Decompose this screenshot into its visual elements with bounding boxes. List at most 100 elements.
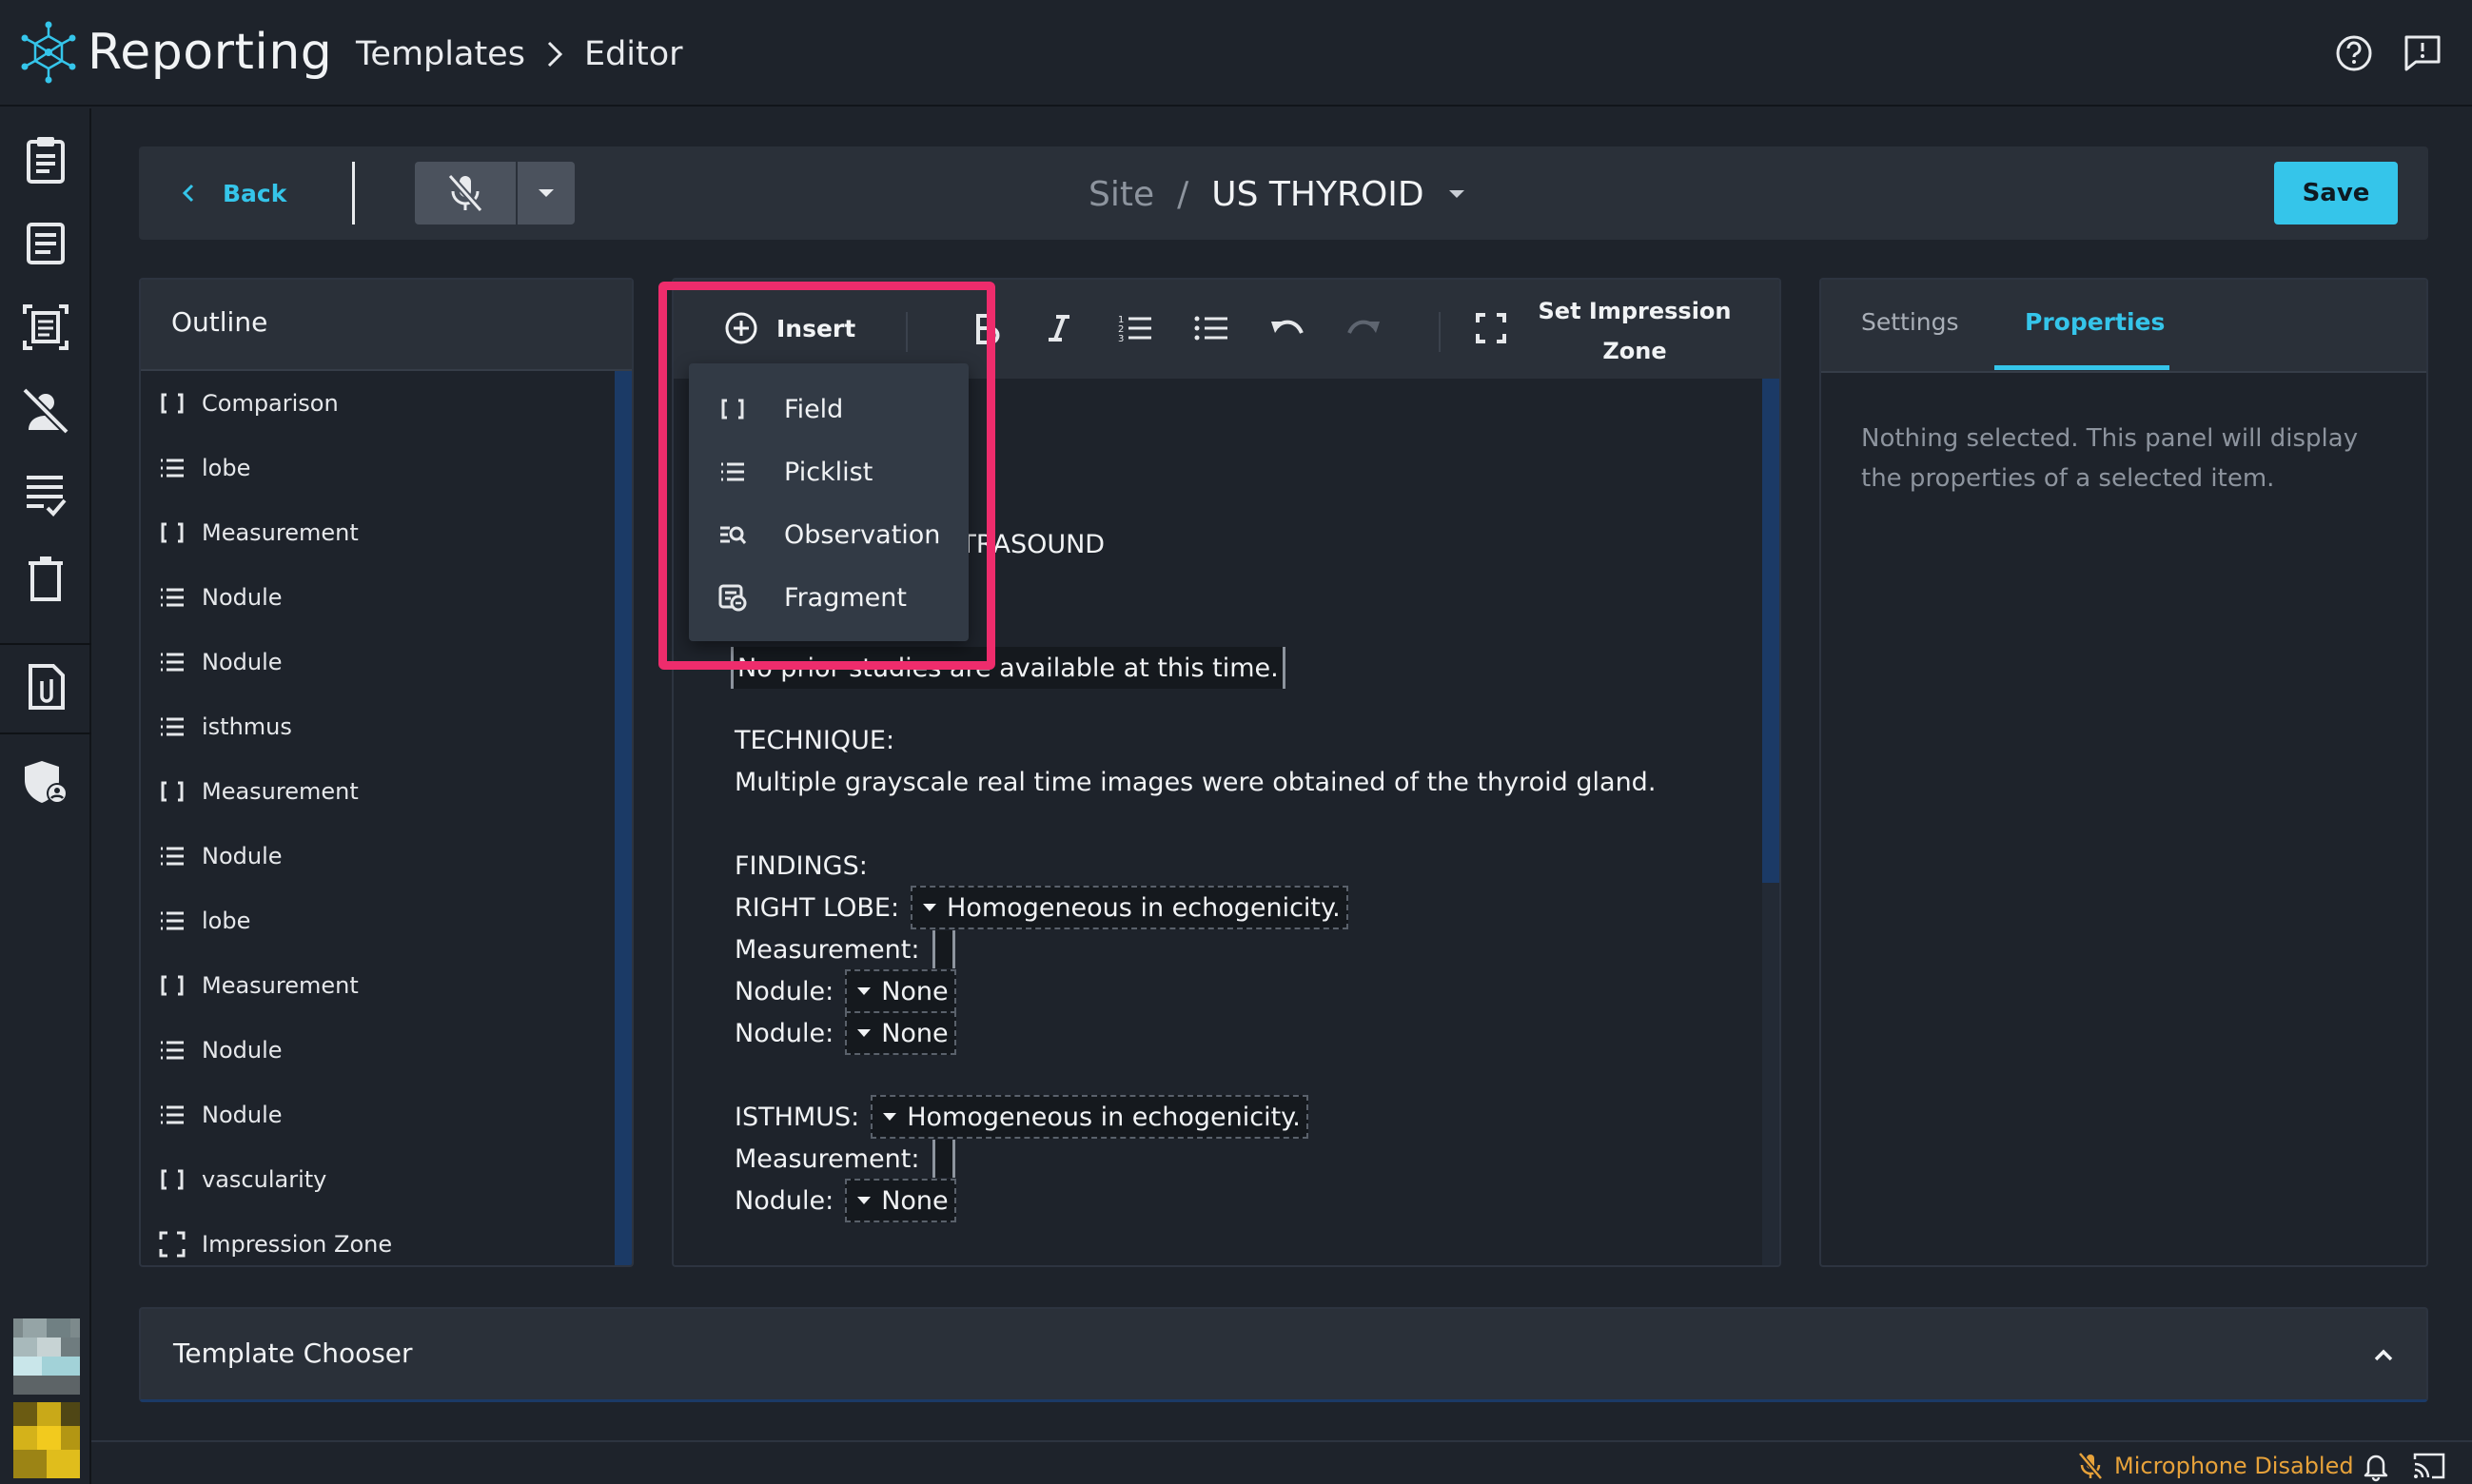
outline-item-label: vascularity [202,1166,327,1193]
svg-text:3: 3 [1118,334,1124,344]
outline-item[interactable]: Measurement [158,763,359,820]
field-bracket-icon [158,518,186,547]
outline-item[interactable]: isthmus [158,698,292,755]
toolbar-divider [1439,312,1441,352]
bulleted-list-icon[interactable] [1187,304,1235,352]
outline-item[interactable]: Nodule [158,828,283,885]
insert-menu-item-observation[interactable]: Observation [717,508,940,561]
measurement-field[interactable] [932,1140,956,1178]
outline-item[interactable]: Impression Zone [158,1216,392,1265]
set-impression-zone-button[interactable]: Set Impression Zone [1530,291,1739,371]
outline-item[interactable]: Nodule [158,569,283,626]
nodule-picklist[interactable]: None [845,969,956,1013]
insert-menu-item-picklist[interactable]: Picklist [717,445,873,498]
trash-icon[interactable] [19,552,72,605]
microphone-status[interactable]: Microphone Disabled [2078,1450,2354,1482]
right-lobe-picklist[interactable]: Homogeneous in echogenicity. [911,886,1348,929]
outline-item[interactable]: Nodule [158,1022,283,1079]
insert-menu-item-fragment[interactable]: Fragment [717,571,907,624]
outline-item[interactable]: lobe [158,439,250,497]
picklist-icon [158,648,186,676]
fullscreen-icon[interactable] [1467,304,1515,352]
clipboard-icon[interactable] [19,133,72,186]
tab-properties[interactable]: Properties [2025,308,2165,346]
save-button[interactable]: Save [2274,162,2398,225]
microphone-status-label: Microphone Disabled [2114,1453,2354,1479]
insert-button[interactable]: Insert [723,304,855,352]
outline-scrollbar[interactable] [615,371,632,1265]
measurement-field[interactable] [932,930,956,968]
chevron-up-icon[interactable] [2365,1338,2402,1374]
measurement-line: Measurement: [735,1140,956,1178]
insert-dropdown-menu: Field Picklist Observation Fragment [689,363,969,641]
microphone-dropdown-button[interactable] [518,162,575,225]
microphone-off-icon [2078,1452,2103,1480]
outline-item-label: Nodule [202,1037,283,1064]
security-shield-icon[interactable] [19,755,72,809]
editor-scrollbar[interactable] [1762,379,1779,883]
cast-icon[interactable] [2411,1450,2447,1482]
outline-item[interactable]: Measurement [158,504,359,561]
nodule-label: Nodule: [735,976,834,1006]
bold-icon[interactable] [963,304,1010,352]
isthmus-picklist[interactable]: Homogeneous in echogenicity. [871,1095,1308,1139]
tab-settings[interactable]: Settings [1861,308,1959,346]
chevron-left-icon [181,182,196,205]
bell-icon[interactable] [2360,1450,2392,1482]
right-lobe-line: RIGHT LOBE: Homogeneous in echogenicity. [735,886,1348,929]
nodule-picklist[interactable]: None [845,1011,956,1055]
redo-icon[interactable] [1340,304,1387,352]
avatar[interactable] [13,1318,80,1395]
nodule-label: Nodule: [735,1018,834,1048]
comparison-field-value[interactable]: No prior studies are available at this t… [731,647,1285,689]
user-off-icon[interactable] [19,384,72,438]
insert-label: Insert [776,314,856,342]
outline-item[interactable]: lobe [158,892,250,949]
nodule-picklist-value: None [881,976,949,1006]
panel-tabs: Settings Properties [1821,280,2426,373]
attachment-document-icon[interactable] [19,660,72,713]
avatar[interactable] [13,1402,80,1478]
breadcrumb-templates[interactable]: Templates [356,35,525,73]
checklist-icon[interactable] [19,468,72,521]
outline-item-label: Comparison [202,390,339,417]
numbered-list-icon[interactable]: 123 [1111,304,1159,352]
back-button[interactable]: Back [181,171,286,215]
outline-item[interactable]: Comparison [158,375,339,432]
outline-item-label: lobe [202,455,251,481]
template-name-select[interactable]: US THYROID [1211,175,1423,214]
insert-menu-label: Field [784,394,844,424]
microphone-toggle-button[interactable] [415,162,516,225]
italic-icon[interactable] [1035,304,1083,352]
outline-item[interactable]: Nodule [158,1086,283,1143]
properties-panel: Settings Properties Nothing selected. Th… [1819,278,2428,1267]
insert-menu-item-field[interactable]: Field [717,382,843,436]
caret-down-icon [538,187,555,199]
outline-item[interactable]: Measurement [158,957,359,1014]
outline-item-label: Nodule [202,1102,283,1128]
rail-divider [0,732,91,734]
template-scan-icon[interactable] [19,301,72,354]
help-icon[interactable] [2333,32,2375,74]
toolbar-divider [906,312,908,352]
outline-item-label: Nodule [202,843,283,869]
caret-down-icon[interactable] [1447,188,1466,200]
document-icon[interactable] [19,217,72,270]
insert-menu-label: Fragment [784,582,907,613]
app-title: Reporting [88,24,333,81]
outline-item-label: Nodule [202,649,283,675]
comparison-field[interactable]: No prior studies are available at this t… [731,647,1285,689]
nodule-line: Nodule: None [735,1011,956,1055]
app-logo-icon [19,21,78,84]
outline-panel: Outline Comparison lobe Measurement Nodule N… [139,278,634,1267]
nodule-picklist[interactable]: None [845,1179,956,1222]
picklist-icon [717,457,748,487]
outline-item[interactable]: Nodule [158,634,283,691]
undo-icon[interactable] [1264,304,1311,352]
template-chooser-label: Template Chooser [173,1338,413,1369]
picklist-icon [158,1036,186,1064]
feedback-icon[interactable] [2401,31,2444,75]
template-site: Site [1089,174,1155,214]
template-chooser-bar[interactable]: Template Chooser [139,1307,2428,1402]
outline-item[interactable]: vascularity [158,1151,326,1208]
